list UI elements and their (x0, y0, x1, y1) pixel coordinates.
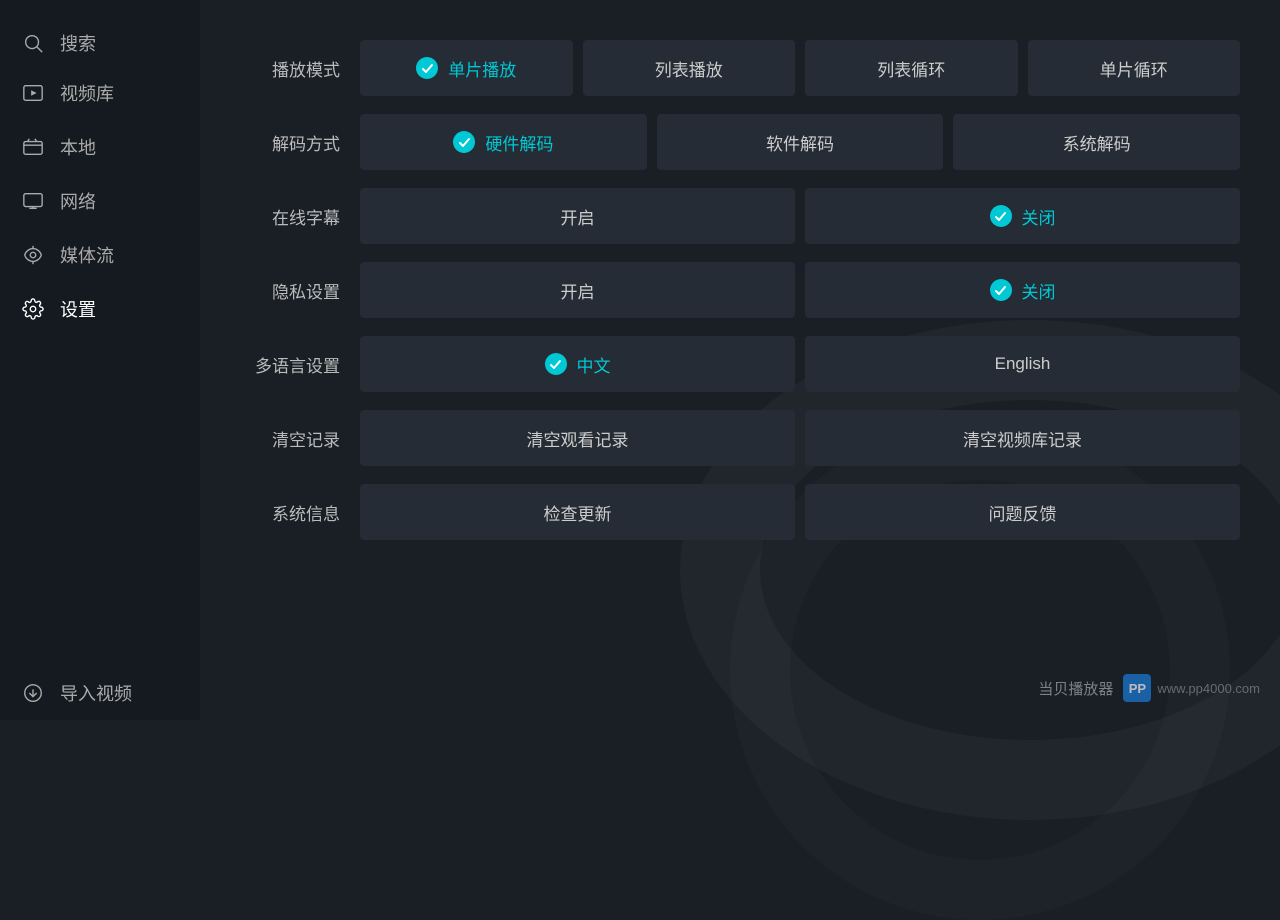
sidebar-item-search[interactable]: 搜索 (0, 10, 200, 66)
subtitle-off-btn[interactable]: 关闭 (805, 188, 1240, 244)
language-en-label: English (995, 354, 1051, 374)
subtitle-off-label: 关闭 (1022, 204, 1056, 229)
network-icon (20, 188, 46, 214)
playback-mode-single-loop-label: 单片循环 (1100, 56, 1168, 81)
check-icon-hardware (453, 131, 475, 153)
sidebar-item-video-library[interactable]: 视频库 (0, 66, 200, 120)
check-update-btn[interactable]: 检查更新 (360, 484, 795, 540)
decode-mode-row: 解码方式 硬件解码 软件解码 系统解码 (240, 114, 1240, 170)
decode-hardware-label: 硬件解码 (485, 130, 553, 155)
sidebar-item-media-stream[interactable]: 媒体流 (0, 228, 200, 282)
privacy-off-label: 关闭 (1022, 278, 1056, 303)
check-icon-privacy-off (990, 279, 1012, 301)
sidebar-label-video-library: 视频库 (60, 80, 114, 106)
playback-mode-options: 单片播放 列表播放 列表循环 单片循环 (360, 40, 1240, 96)
clear-records-row: 清空记录 清空观看记录 清空视频库记录 (240, 410, 1240, 466)
playback-mode-label: 播放模式 (240, 56, 360, 81)
playback-mode-list-label: 列表播放 (655, 56, 723, 81)
language-en-btn[interactable]: English (805, 336, 1240, 392)
sidebar-label-settings: 设置 (60, 296, 96, 322)
feedback-label: 问题反馈 (989, 500, 1057, 525)
online-subtitle-row: 在线字幕 开启 关闭 (240, 188, 1240, 244)
sidebar-label-import: 导入视频 (60, 680, 132, 706)
playback-mode-list-loop-btn[interactable]: 列表循环 (805, 40, 1018, 96)
clear-watch-label: 清空观看记录 (527, 426, 629, 451)
privacy-label: 隐私设置 (240, 278, 360, 303)
playback-mode-row: 播放模式 单片播放 列表播放 列表循环 单片循环 (240, 40, 1240, 96)
decode-hardware-btn[interactable]: 硬件解码 (360, 114, 647, 170)
decode-system-label: 系统解码 (1063, 130, 1131, 155)
sidebar-label-network: 网络 (60, 188, 96, 214)
sidebar-label-media-stream: 媒体流 (60, 242, 114, 268)
check-update-label: 检查更新 (544, 500, 612, 525)
playback-mode-single-btn[interactable]: 单片播放 (360, 40, 573, 96)
settings-panel: 播放模式 单片播放 列表播放 列表循环 单片循环 解码方式 (200, 0, 1280, 720)
sidebar-item-network[interactable]: 网络 (0, 174, 200, 228)
clear-records-label: 清空记录 (240, 426, 360, 451)
feedback-btn[interactable]: 问题反馈 (805, 484, 1240, 540)
clear-watch-btn[interactable]: 清空观看记录 (360, 410, 795, 466)
privacy-row: 隐私设置 开启 关闭 (240, 262, 1240, 318)
language-row: 多语言设置 中文 English (240, 336, 1240, 392)
decode-mode-options: 硬件解码 软件解码 系统解码 (360, 114, 1240, 170)
decode-software-btn[interactable]: 软件解码 (657, 114, 944, 170)
privacy-options: 开启 关闭 (360, 262, 1240, 318)
privacy-on-btn[interactable]: 开启 (360, 262, 795, 318)
decode-mode-label: 解码方式 (240, 130, 360, 155)
playback-mode-single-label: 单片播放 (448, 56, 516, 81)
video-library-icon (20, 80, 46, 106)
online-subtitle-label: 在线字幕 (240, 204, 360, 229)
sidebar-item-import[interactable]: 导入视频 (0, 666, 200, 720)
online-subtitle-options: 开启 关闭 (360, 188, 1240, 244)
language-zh-btn[interactable]: 中文 (360, 336, 795, 392)
subtitle-on-btn[interactable]: 开启 (360, 188, 795, 244)
system-info-label: 系统信息 (240, 500, 360, 525)
sidebar-label-search: 搜索 (60, 30, 96, 56)
check-icon-single (416, 57, 438, 79)
decode-software-label: 软件解码 (766, 130, 834, 155)
system-info-options: 检查更新 问题反馈 (360, 484, 1240, 540)
language-options: 中文 English (360, 336, 1240, 392)
settings-icon (20, 296, 46, 322)
decode-system-btn[interactable]: 系统解码 (953, 114, 1240, 170)
search-icon (20, 30, 46, 56)
sidebar-item-settings[interactable]: 设置 (0, 282, 200, 336)
check-icon-subtitle-off (990, 205, 1012, 227)
playback-mode-list-loop-label: 列表循环 (877, 56, 945, 81)
media-stream-icon (20, 242, 46, 268)
import-icon (20, 680, 46, 706)
check-icon-zh (545, 353, 567, 375)
clear-library-btn[interactable]: 清空视频库记录 (805, 410, 1240, 466)
playback-mode-list-btn[interactable]: 列表播放 (583, 40, 796, 96)
sidebar: 搜索 视频库 本地 网络 媒体流 设置 (0, 0, 200, 720)
playback-mode-single-loop-btn[interactable]: 单片循环 (1028, 40, 1241, 96)
system-info-row: 系统信息 检查更新 问题反馈 (240, 484, 1240, 540)
sidebar-item-local[interactable]: 本地 (0, 120, 200, 174)
subtitle-on-label: 开启 (561, 204, 595, 229)
sidebar-label-local: 本地 (60, 134, 96, 160)
clear-records-options: 清空观看记录 清空视频库记录 (360, 410, 1240, 466)
privacy-on-label: 开启 (561, 278, 595, 303)
language-zh-label: 中文 (577, 352, 611, 377)
local-icon (20, 134, 46, 160)
language-label: 多语言设置 (240, 352, 360, 377)
clear-library-label: 清空视频库记录 (963, 426, 1082, 451)
privacy-off-btn[interactable]: 关闭 (805, 262, 1240, 318)
